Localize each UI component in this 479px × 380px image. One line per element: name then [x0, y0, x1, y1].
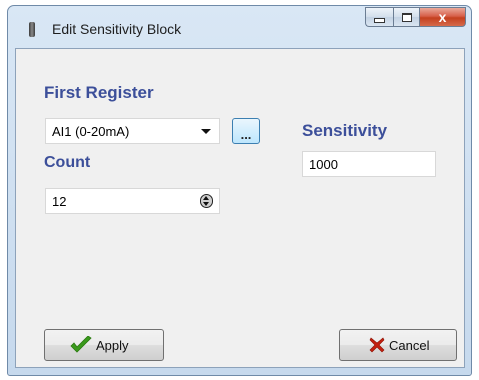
first-register-label: First Register: [44, 83, 154, 102]
sensitivity-value: 1000: [309, 156, 338, 172]
close-button[interactable]: x: [420, 7, 466, 27]
minimize-button[interactable]: [365, 7, 393, 27]
count-stepper[interactable]: 12: [45, 188, 220, 214]
x-icon: [369, 337, 385, 353]
window-controls: x: [365, 7, 466, 29]
apply-label: Apply: [96, 337, 129, 353]
maximize-button[interactable]: [393, 7, 420, 27]
chevron-down-icon[interactable]: [201, 128, 211, 134]
dialog-body: First Register AI1 (0-20mA) ... Sensitiv…: [15, 48, 465, 368]
close-icon: x: [438, 9, 447, 25]
sensitivity-input[interactable]: 1000: [302, 151, 436, 177]
maximize-icon: [401, 12, 412, 22]
app-icon: [29, 22, 35, 37]
apply-button[interactable]: Apply: [44, 329, 164, 361]
browse-register-button[interactable]: ...: [232, 118, 260, 144]
minimize-icon: [374, 17, 385, 23]
sensitivity-label: Sensitivity: [302, 121, 388, 140]
cancel-button[interactable]: Cancel: [339, 329, 457, 361]
count-label: Count: [44, 154, 91, 171]
dialog-window: Edit Sensitivity Block x First Register …: [7, 5, 472, 376]
title-bar[interactable]: Edit Sensitivity Block x: [8, 6, 471, 50]
count-value: 12: [52, 193, 67, 209]
checkmark-icon: [70, 336, 92, 353]
cancel-label: Cancel: [389, 337, 430, 353]
window-title: Edit Sensitivity Block: [52, 21, 182, 37]
first-register-value: AI1 (0-20mA): [52, 123, 130, 139]
first-register-select[interactable]: AI1 (0-20mA): [45, 118, 220, 144]
spin-updown-icon[interactable]: [200, 194, 213, 208]
